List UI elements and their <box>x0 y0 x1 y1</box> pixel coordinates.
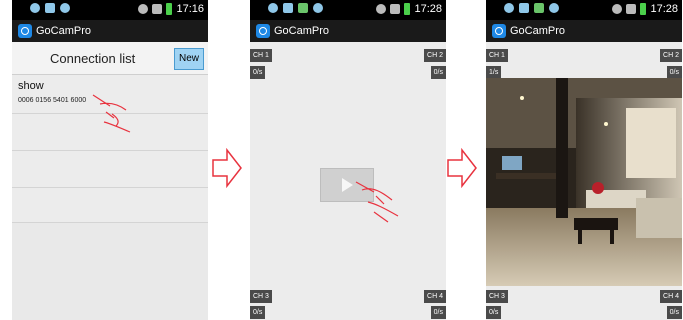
notification-icon <box>30 3 40 13</box>
status-bar: 17:16 <box>12 0 208 20</box>
channel-3-rate: 0/s <box>486 306 502 319</box>
channel-3-rate: 0/s <box>250 306 266 319</box>
battery-icon <box>640 3 647 15</box>
status-bar: 17:28 <box>486 0 682 20</box>
camera-live-feed[interactable] <box>486 78 682 286</box>
notification-icon <box>268 3 278 13</box>
alarm-icon <box>376 4 387 14</box>
wifi-icon <box>626 4 637 14</box>
phone-channel-view: 17:28 GoCamPro CH 1 0/s CH 2 0/s CH 3 0/… <box>250 0 446 320</box>
app-title-bar: GoCamPro <box>250 20 446 42</box>
status-bar: 17:28 <box>250 0 446 20</box>
arrow-right-icon <box>447 148 477 188</box>
channel-4-rate: 0/s <box>666 306 682 319</box>
connection-device-id: 0006 0156 5401 6000 <box>18 97 87 104</box>
channel-2-label[interactable]: CH 2 <box>660 49 682 62</box>
empty-list-row <box>12 188 208 223</box>
channel-4-rate: 0/s <box>430 306 446 319</box>
channel-4-label[interactable]: CH 4 <box>424 290 446 303</box>
app-notify-icon <box>534 3 544 13</box>
gocampro-logo-icon <box>18 24 32 38</box>
hand-pointer-icon <box>92 94 131 133</box>
channel-2-label[interactable]: CH 2 <box>424 49 446 62</box>
arrow-right-icon <box>212 148 242 188</box>
battery-icon <box>166 3 173 15</box>
phone-live-view: 17:28 GoCamPro CH 1 1/s CH 2 0/s CH 3 0/… <box>486 0 682 320</box>
channel-1-label[interactable]: CH 1 <box>250 49 272 62</box>
chat-icon <box>549 3 559 13</box>
app-title-bar: GoCamPro <box>486 20 682 42</box>
gocampro-logo-icon <box>492 24 506 38</box>
status-time: 17:16 <box>176 3 204 15</box>
empty-list-row <box>12 151 208 188</box>
alarm-icon <box>612 4 623 14</box>
connection-name: show <box>18 80 44 92</box>
chat-icon <box>60 3 70 13</box>
channel-1-rate: 0/s <box>250 66 266 79</box>
battery-icon <box>404 3 411 15</box>
hand-pointer-icon <box>355 181 399 223</box>
alarm-icon <box>138 4 149 14</box>
channel-3-label[interactable]: CH 3 <box>486 290 508 303</box>
channel-3-label[interactable]: CH 3 <box>250 290 272 303</box>
channel-2-rate: 0/s <box>430 66 446 79</box>
app-title: GoCamPro <box>36 25 92 37</box>
status-time: 17:28 <box>414 3 442 15</box>
status-time: 17:28 <box>650 3 678 15</box>
image-icon <box>45 3 55 13</box>
channel-4-label[interactable]: CH 4 <box>660 290 682 303</box>
wifi-icon <box>390 4 401 14</box>
wifi-icon <box>152 4 163 14</box>
app-notify-icon <box>298 3 308 13</box>
app-title: GoCamPro <box>274 25 330 37</box>
image-icon <box>283 3 293 13</box>
app-title: GoCamPro <box>510 25 566 37</box>
image-icon <box>519 3 529 13</box>
gocampro-logo-icon <box>256 24 270 38</box>
notification-icon <box>504 3 514 13</box>
connection-list-header: Connection list New <box>12 42 208 75</box>
connection-list-title: Connection list <box>50 51 136 66</box>
channel-1-label[interactable]: CH 1 <box>486 49 508 62</box>
chat-icon <box>313 3 323 13</box>
app-title-bar: GoCamPro <box>12 20 208 42</box>
new-connection-button[interactable]: New <box>174 48 204 70</box>
phone-connection-list: 17:16 GoCamPro Connection list New show … <box>12 0 208 320</box>
